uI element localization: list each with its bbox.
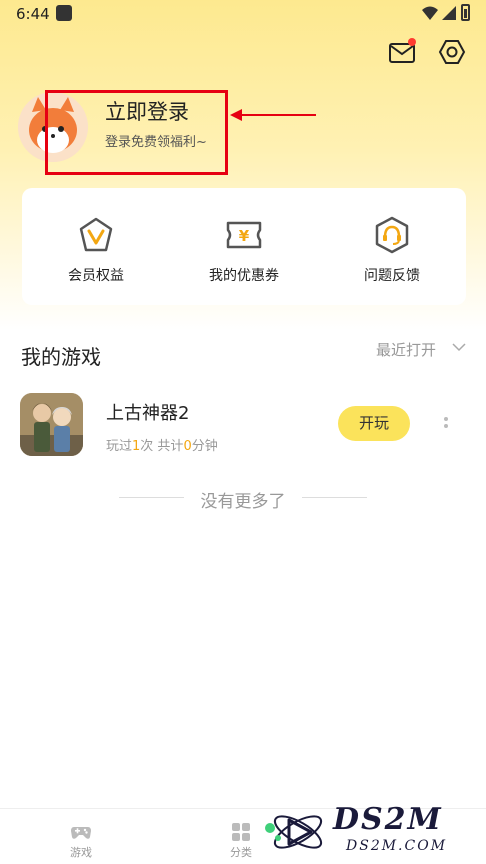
quick-action-coupon[interactable]: ¥ 我的优惠券: [170, 188, 318, 305]
quick-action-label: 我的优惠券: [209, 268, 279, 284]
stats-suffix: 分钟: [191, 439, 218, 454]
list-end-text: 没有更多了: [200, 492, 286, 512]
game-play-stats: 玩过1次 共计0分钟: [106, 435, 218, 454]
chevron-down-icon[interactable]: [452, 342, 466, 352]
game-thumbnail[interactable]: [20, 393, 83, 456]
headset-icon: [375, 216, 409, 254]
status-time: 6:44: [16, 5, 50, 23]
coupon-icon: ¥: [226, 221, 262, 249]
quick-action-label: 问题反馈: [364, 268, 420, 284]
my-games-title: 我的游戏: [21, 345, 101, 369]
game-list-item[interactable]: 上古神器2 玩过1次 共计0分钟 开玩: [0, 390, 486, 460]
play-button[interactable]: 开玩: [338, 406, 410, 441]
wifi-icon: [422, 6, 438, 20]
grid-icon: [232, 823, 250, 841]
quick-action-label: 会员权益: [68, 268, 124, 284]
stats-prefix: 玩过: [106, 439, 133, 454]
mail-badge-dot: [408, 38, 416, 46]
quick-actions-card: 会员权益 ¥ 我的优惠券 问题反馈: [22, 188, 466, 305]
sort-dropdown[interactable]: 最近打开: [376, 339, 436, 360]
notification-icon: [56, 5, 72, 21]
annotation-highlight-box: [45, 90, 228, 175]
status-bar: 6:44: [0, 0, 486, 28]
nav-tab-games[interactable]: 游戏: [31, 809, 131, 864]
watermark-logo-icon: [265, 815, 323, 849]
watermark-subtext: DS2M.COM: [346, 838, 448, 854]
vip-v-icon: [79, 217, 113, 252]
gamepad-icon: [71, 827, 91, 839]
nav-label: 游戏: [70, 846, 92, 859]
watermark: DS2M DS2M.COM: [258, 798, 486, 864]
battery-icon: [461, 4, 470, 21]
quick-action-feedback[interactable]: 问题反馈: [318, 188, 466, 305]
quick-action-vip[interactable]: 会员权益: [22, 188, 170, 305]
stats-middle: 次 共计: [140, 439, 184, 454]
watermark-text: DS2M: [333, 802, 443, 837]
game-art-icon: [20, 393, 83, 456]
annotation-arrow-icon: [230, 109, 316, 121]
game-title[interactable]: 上古神器2: [106, 399, 189, 425]
settings-icon[interactable]: [438, 38, 466, 66]
more-options-icon[interactable]: [440, 414, 452, 434]
play-minutes: 0: [183, 439, 192, 454]
svg-text:¥: ¥: [239, 227, 250, 245]
signal-icon: [442, 6, 456, 20]
